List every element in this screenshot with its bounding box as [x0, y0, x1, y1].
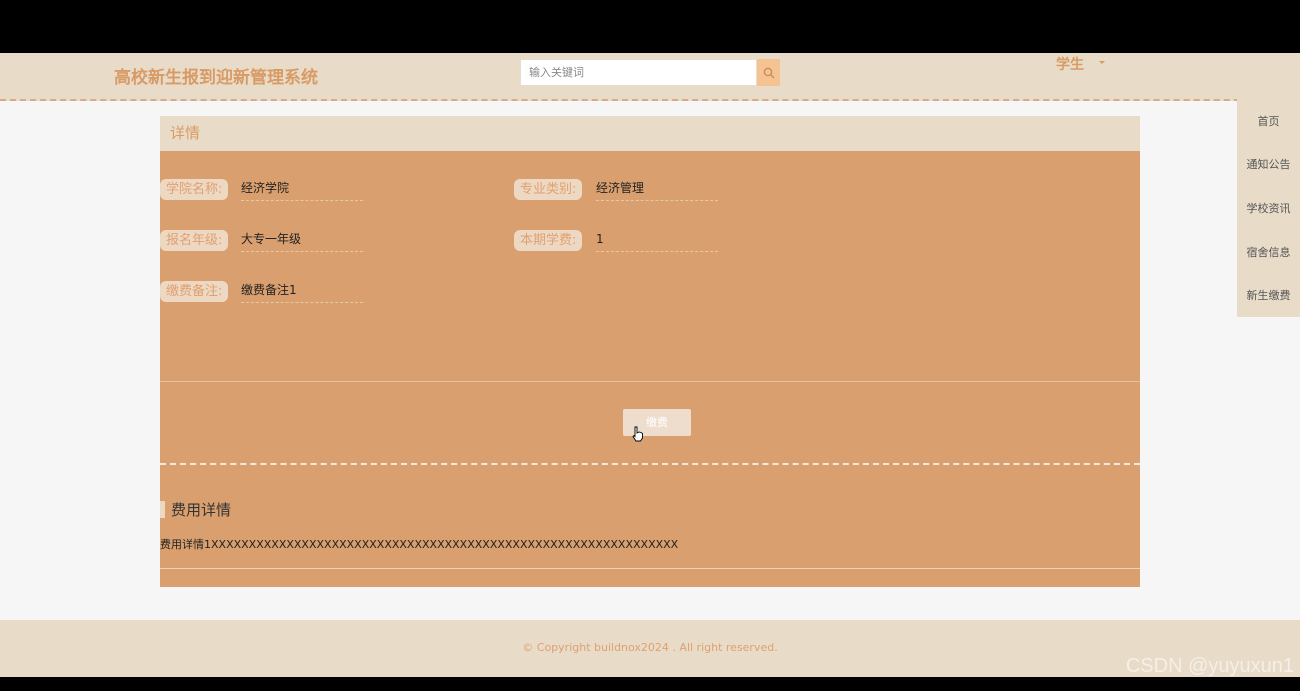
site-title[interactable]: 高校新生报到迎新管理系统 [114, 63, 318, 88]
bottom-letterbox [0, 677, 1300, 691]
search-button[interactable] [757, 59, 780, 86]
divider [160, 568, 1140, 569]
app-window: 高校新生报到迎新管理系统 学生 首页 通知公告 学校资讯 宿舍信息 新生缴费 详… [0, 53, 1300, 677]
field-value: 经济学院 [241, 178, 363, 201]
footer: © Copyright buildnox2024 . All right res… [0, 620, 1300, 677]
search-icon [763, 67, 774, 78]
field-value: 大专一年级 [241, 229, 363, 252]
section-marker [160, 501, 165, 518]
header: 高校新生报到迎新管理系统 学生 [0, 53, 1300, 101]
nav-item-dorms[interactable]: 宿舍信息 [1237, 230, 1300, 274]
field-label: 专业类别: [514, 179, 583, 200]
nav-item-notices[interactable]: 通知公告 [1237, 143, 1300, 187]
section-title: 费用详情 [171, 501, 232, 519]
field-value: 缴费备注1 [241, 280, 363, 303]
field-value: 经济管理 [596, 178, 718, 201]
field-label: 本期学费: [514, 230, 583, 251]
panel-title: 详情 [160, 116, 1140, 151]
side-nav: 首页 通知公告 学校资讯 宿舍信息 新生缴费 [1237, 99, 1300, 317]
field-value: 1 [596, 229, 718, 252]
field-label: 学院名称: [160, 179, 229, 200]
pointer-cursor-icon [632, 426, 643, 442]
search-bar [520, 59, 780, 86]
detail-panel: 详情 学院名称: 经济学院 专业类别: 经济管理 报名年级: 大专一年级 本期学… [160, 116, 1140, 587]
divider [160, 381, 1140, 382]
watermark: CSDN @yuyuxun1 [1125, 655, 1294, 677]
field-label: 缴费备注: [160, 281, 229, 302]
copyright-text: © Copyright buildnox2024 . All right res… [522, 641, 778, 654]
dashed-divider [160, 463, 1140, 465]
chevron-down-icon[interactable] [1099, 61, 1105, 64]
nav-item-payment[interactable]: 新生缴费 [1237, 273, 1300, 317]
top-letterbox [0, 0, 1300, 53]
search-input[interactable] [520, 59, 757, 86]
field-label: 报名年级: [160, 230, 229, 251]
nav-item-home[interactable]: 首页 [1237, 99, 1300, 143]
fee-detail-text: 费用详情1XXXXXXXXXXXXXXXXXXXXXXXXXXXXXXXXXXX… [160, 538, 679, 551]
user-menu[interactable]: 学生 [1056, 54, 1084, 74]
nav-item-news[interactable]: 学校资讯 [1237, 186, 1300, 230]
